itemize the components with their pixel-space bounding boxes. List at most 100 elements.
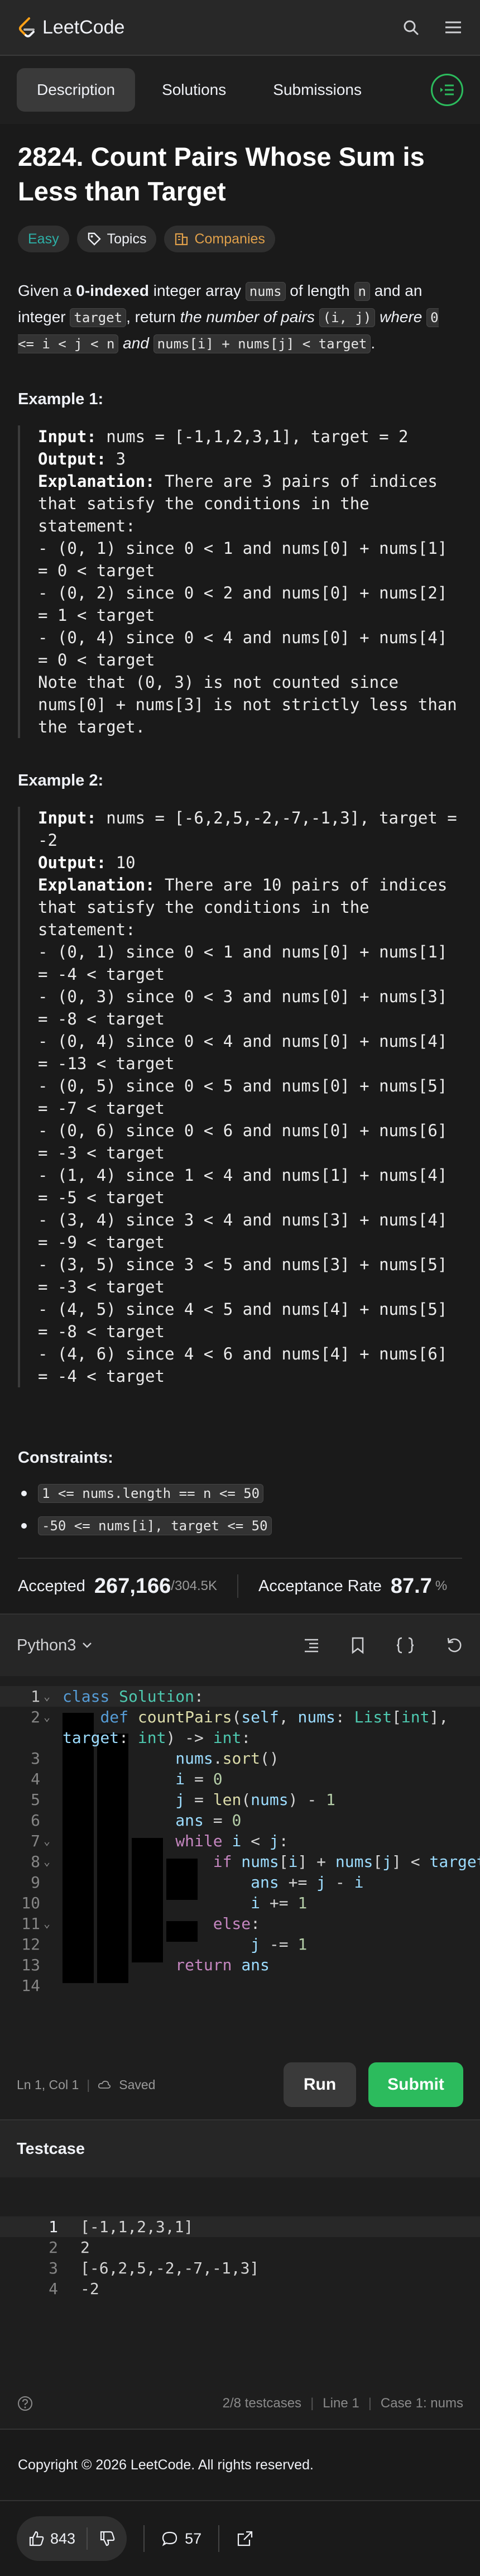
example-2-block: Input: nums = [-6,2,5,-2,-7,-1,3], targe… <box>18 807 462 1387</box>
code-text: else: <box>213 1914 261 1933</box>
problem-tabs: Description Solutions Submissions <box>0 56 480 124</box>
constraint-text: -50 <= nums[i], target <= 50 <box>38 1516 272 1535</box>
line-number: 7 <box>31 1832 40 1850</box>
chevron-down-icon <box>83 1643 92 1648</box>
statement-bold: 0-indexed <box>76 282 149 299</box>
input-label: Input: <box>38 427 97 446</box>
code-text: while i < j: <box>175 1832 289 1850</box>
constraint-text: 1 <= nums.length == n <= 50 <box>38 1484 264 1503</box>
output-value: 3 <box>106 449 126 468</box>
code-line: 9 ans += j - i <box>0 1872 480 1893</box>
copyright: Copyright © 2026 LeetCode. All rights re… <box>0 2429 480 2500</box>
language-select[interactable]: Python3 <box>17 1636 93 1655</box>
code-line: 4 i = 0 <box>0 1769 480 1789</box>
bullet-icon <box>21 1523 27 1529</box>
thumbs-up-icon[interactable] <box>28 2530 45 2547</box>
footer-separator: | <box>310 2396 314 2411</box>
code-line: 6 ans = 0 <box>0 1810 480 1831</box>
comment-count: 57 <box>185 2530 202 2547</box>
submit-button[interactable]: Submit <box>368 2062 463 2107</box>
panel-layout-icon[interactable] <box>431 74 463 106</box>
inline-code: target <box>70 308 127 327</box>
thumbs-down-icon[interactable] <box>99 2530 116 2547</box>
fold-chevron-icon[interactable]: ⌄ <box>44 1913 50 1934</box>
like-count[interactable]: 843 <box>50 2530 75 2548</box>
testcase-heading[interactable]: Testcase <box>0 2120 480 2177</box>
code-text: return ans <box>175 1956 270 1974</box>
editor-toolbar: Python3 <box>0 1613 480 1676</box>
fold-chevron-icon[interactable]: ⌄ <box>44 1686 50 1707</box>
share-icon[interactable] <box>236 2530 254 2548</box>
constraints-heading: Constraints: <box>18 1449 113 1467</box>
code-text: ans = 0 <box>175 1811 242 1830</box>
line-number: 2 <box>31 1708 40 1726</box>
statement-italic: the number of pairs <box>180 308 315 325</box>
brand-name: LeetCode <box>42 16 125 38</box>
line-number: 5 <box>31 1790 40 1809</box>
comment-icon <box>162 2531 177 2546</box>
line-number: 8 <box>31 1852 40 1871</box>
companies-label: Companies <box>194 231 265 247</box>
leetcode-logo-icon <box>19 17 35 37</box>
bullet-icon <box>21 1491 27 1496</box>
testcase-editor[interactable]: 1 [-1,1,2,3,1] 22 3 [-6,2,5,-2,-7,-1,3] 4-… <box>0 2177 480 2378</box>
output-label: Output: <box>38 449 107 468</box>
problem-statement: Given a 0-indexed integer array nums of … <box>18 278 462 357</box>
example-1-block: Input: nums = [-1,1,2,3,1], target = 2 O… <box>18 425 462 738</box>
code-text: i = 0 <box>175 1770 223 1788</box>
acceptance-rate-label: Acceptance Rate <box>258 1577 382 1595</box>
inline-code: (i, j) <box>319 308 376 327</box>
fold-chevron-icon[interactable]: ⌄ <box>44 1851 50 1872</box>
problem-tags: Easy Topics Companies <box>18 226 462 252</box>
statement-text: Given a <box>18 282 76 299</box>
code-text: i += 1 <box>251 1894 308 1912</box>
editor-status: Ln 1, Col 1 | Saved <box>17 2077 155 2093</box>
code-line: 7 ⌄ while i < j: <box>0 1831 480 1851</box>
code-line: 2 ⌄ def countPairs(self, nums: List[int], <box>0 1707 480 1727</box>
braces-icon[interactable] <box>395 1636 415 1654</box>
language-label: Python3 <box>17 1636 76 1654</box>
saved-status: Saved <box>119 2077 156 2092</box>
input-value: nums = [-1,1,2,3,1], target = 2 <box>96 427 409 446</box>
cursor-position: Ln 1, Col 1 <box>17 2077 79 2092</box>
inline-code: n <box>354 282 370 301</box>
tab-description[interactable]: Description <box>17 68 136 112</box>
output-value: 10 <box>106 853 136 872</box>
tag-icon <box>88 232 101 246</box>
example-2-heading: Example 2: <box>18 772 104 789</box>
inline-code: nums <box>245 282 286 301</box>
search-icon[interactable] <box>401 17 421 37</box>
tab-submissions[interactable]: Submissions <box>253 68 382 112</box>
brand[interactable]: LeetCode <box>17 16 124 39</box>
comments-button[interactable]: 57 <box>161 2530 201 2548</box>
fold-chevron-icon[interactable]: ⌄ <box>44 1707 50 1727</box>
help-icon[interactable] <box>17 2395 33 2412</box>
bookmark-icon[interactable] <box>351 1636 365 1654</box>
run-button[interactable]: Run <box>284 2062 356 2107</box>
reset-code-icon[interactable] <box>445 1636 463 1654</box>
line-number: 1 <box>49 2218 58 2236</box>
bar-separator <box>218 2525 220 2552</box>
code-text: def countPairs(self, nums: List[int], <box>100 1708 449 1726</box>
bar-separator <box>143 2525 145 2552</box>
statement-text: of length <box>285 282 354 299</box>
topics-label: Topics <box>107 231 147 247</box>
code-text: ans += j - i <box>251 1873 364 1892</box>
fold-chevron-icon[interactable]: ⌄ <box>44 1831 50 1851</box>
tab-solutions[interactable]: Solutions <box>142 68 246 112</box>
status-separator: | <box>87 2077 90 2092</box>
footer-separator: | <box>368 2396 372 2411</box>
companies-tag[interactable]: Companies <box>164 226 275 252</box>
line-number: 11 <box>21 1914 40 1933</box>
line-number: 13 <box>21 1956 40 1974</box>
topics-tag[interactable]: Topics <box>76 226 157 252</box>
hamburger-menu-icon[interactable] <box>443 17 463 37</box>
line-number: 14 <box>21 1976 40 1995</box>
explanation-text: There are 10 pairs of indices that satis… <box>38 875 448 1386</box>
code-text: if nums[i] + nums[j] < target: <box>213 1852 480 1871</box>
building-icon <box>175 233 188 246</box>
code-editor[interactable]: 1 ⌄ class Solution: 2 ⌄ def countPairs(self… <box>0 1676 480 2050</box>
code-text: nums.sort() <box>175 1749 279 1768</box>
problem-title[interactable]: 2824. Count Pairs Whose Sum is Less than… <box>18 124 462 209</box>
format-code-icon[interactable] <box>303 1637 320 1654</box>
